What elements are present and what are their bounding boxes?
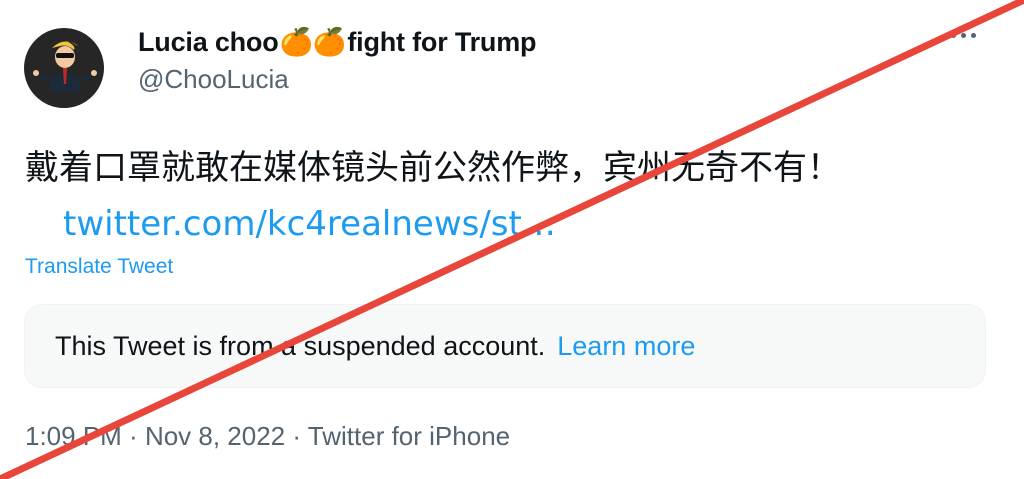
- wsb-mascot-icon: [33, 41, 97, 92]
- suspended-notice: This Tweet is from a suspended account. …: [24, 304, 986, 388]
- user-handle[interactable]: @ChooLucia: [138, 64, 289, 95]
- tweet-time[interactable]: 1:09 PM: [25, 421, 122, 451]
- more-options-icon[interactable]: [951, 33, 976, 38]
- avatar[interactable]: [24, 28, 104, 108]
- meta-separator: ·: [121, 421, 145, 451]
- display-name[interactable]: Lucia choo 🍊🍊 fight for Trump: [138, 26, 537, 58]
- tweet-source: Twitter for iPhone: [307, 421, 511, 451]
- tweet-card: Lucia choo 🍊🍊 fight for Trump @ChooLucia…: [0, 0, 1024, 479]
- suspended-notice-text: This Tweet is from a suspended account.: [55, 330, 546, 361]
- tweet-text-body: 戴着口罩就敢在媒体镜头前公然作弊，宾州无奇不有！: [25, 148, 841, 188]
- tweet-link[interactable]: twitter.com/kc4realnews/st…: [63, 204, 556, 244]
- display-name-first: Lucia choo: [138, 26, 279, 57]
- tweet-date[interactable]: Nov 8, 2022: [145, 421, 285, 451]
- tweet-metadata: 1:09 PM · Nov 8, 2022 · Twitter for iPho…: [25, 421, 510, 452]
- translate-tweet-link[interactable]: Translate Tweet: [25, 255, 173, 279]
- display-name-second: fight for Trump: [347, 26, 537, 57]
- learn-more-link[interactable]: Learn more: [557, 331, 695, 362]
- meta-separator: ·: [285, 421, 308, 451]
- tweet-text: 戴着口罩就敢在媒体镜头前公然作弊，宾州无奇不有！ twitter.com/kc4r…: [25, 140, 985, 252]
- orange-emoji-icon: 🍊🍊: [279, 27, 347, 57]
